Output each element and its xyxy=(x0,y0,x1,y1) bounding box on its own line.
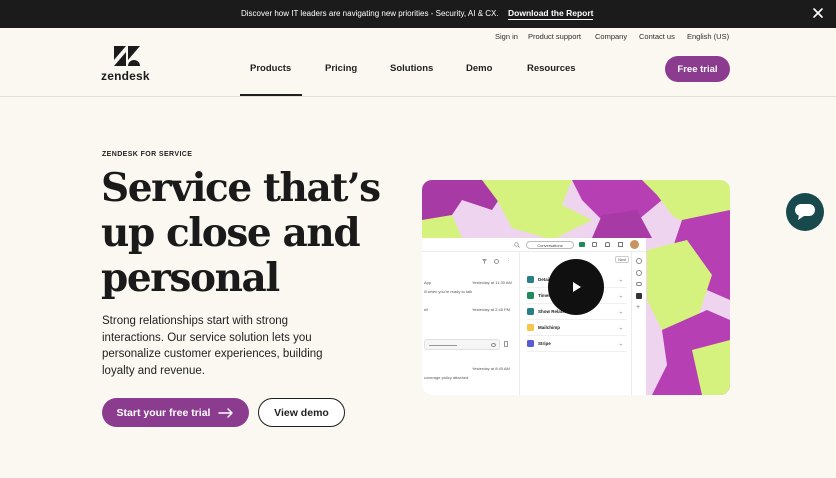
language-selector[interactable]: English (US) xyxy=(687,32,729,41)
apps-icon xyxy=(636,293,642,299)
app-row-mailchimp: Mailchimp ⌄ xyxy=(527,320,627,336)
hero-eyebrow: ZENDESK FOR SERVICE xyxy=(102,151,193,158)
more-icon: ⋮ xyxy=(506,258,511,264)
agent-workspace-preview: Conversations ⋮ App Yesterday at 11:30 A… xyxy=(422,238,646,395)
view-demo-button[interactable]: View demo xyxy=(258,398,345,427)
hero-title: Service that’s up close and personal xyxy=(101,166,391,301)
close-icon[interactable] xyxy=(811,6,825,20)
nav-solutions[interactable]: Solutions xyxy=(390,63,433,74)
phone-icon xyxy=(592,242,597,247)
hero-title-line: personal xyxy=(101,255,280,301)
arrow-right-icon xyxy=(218,407,234,418)
timeline-app-icon xyxy=(527,292,534,299)
conversation-time: Yesterday at 8:45 AM xyxy=(472,366,510,371)
header-divider xyxy=(0,96,836,97)
conversation-preview: ill when you're ready to talk xyxy=(424,289,473,294)
brand-wordmark[interactable]: zendesk xyxy=(101,69,150,83)
workspace-toolbar: Conversations xyxy=(422,238,646,252)
audio-progress xyxy=(429,345,457,346)
search-icon xyxy=(514,242,520,248)
audio-attachment xyxy=(424,339,500,350)
hero-title-line: up close and xyxy=(101,210,361,256)
conversations-tab: Conversations xyxy=(526,241,574,249)
filter-icon xyxy=(482,259,487,264)
nav-demo[interactable]: Demo xyxy=(466,63,492,74)
chat-bubble-icon xyxy=(795,204,815,220)
trash-icon xyxy=(504,341,508,347)
plus-icon: + xyxy=(636,304,641,311)
chevron-down-icon: ⌄ xyxy=(618,340,623,347)
context-rail: + xyxy=(631,252,646,395)
conversation-preview: coverage policy attached xyxy=(424,375,469,380)
sign-in-link[interactable]: Sign in xyxy=(495,32,518,41)
conversation-time: Yesterday at 2:45 PM xyxy=(472,307,511,312)
chat-status-icon xyxy=(579,242,585,247)
announcement-bar: Discover how IT leaders are navigating n… xyxy=(0,0,836,28)
product-support-link[interactable]: Product support xyxy=(528,32,581,41)
app-name: Mailchimp xyxy=(538,325,561,330)
chevron-down-icon: ⌄ xyxy=(618,276,623,283)
nav-pricing[interactable]: Pricing xyxy=(325,63,357,74)
contact-us-link[interactable]: Contact us xyxy=(639,32,675,41)
start-free-trial-button[interactable]: Start your free trial xyxy=(102,398,249,427)
chevron-down-icon: ⌄ xyxy=(618,292,623,299)
app-name: Stripe xyxy=(538,341,551,346)
nav-products[interactable]: Products xyxy=(250,63,291,74)
history-icon xyxy=(494,259,499,264)
grid-icon xyxy=(618,242,623,247)
details-app-icon xyxy=(527,276,534,283)
conversation-sender: App xyxy=(424,280,432,285)
user-icon xyxy=(636,258,642,264)
related-tickets-app-icon xyxy=(527,308,534,315)
link-icon xyxy=(636,282,642,286)
download-report-link[interactable]: Download the Report xyxy=(508,8,594,20)
chevron-down-icon: ⌄ xyxy=(618,308,623,315)
next-button: Next xyxy=(615,256,630,263)
mailchimp-app-icon xyxy=(527,324,534,331)
eye-icon xyxy=(491,343,496,347)
free-trial-button[interactable]: Free trial xyxy=(665,56,730,82)
start-free-trial-label: Start your free trial xyxy=(116,406,211,419)
chat-widget-button[interactable] xyxy=(786,193,824,231)
stripe-app-icon xyxy=(527,340,534,347)
company-link[interactable]: Company xyxy=(595,32,627,41)
info-icon xyxy=(636,270,642,276)
play-video-button[interactable] xyxy=(548,259,604,315)
hero-title-line: Service that’s xyxy=(101,165,381,211)
hero-description: Strong relationships start with strong i… xyxy=(102,315,323,377)
app-row-stripe: Stripe ⌄ xyxy=(527,336,627,352)
avatar xyxy=(630,240,639,249)
nav-resources[interactable]: Resources xyxy=(527,63,576,74)
bell-icon xyxy=(605,242,610,247)
play-icon xyxy=(573,282,581,292)
conversation-time: Yesterday at 11:30 AM xyxy=(472,280,512,285)
conversation-sender: ell xyxy=(424,307,429,312)
conversation-list: ⋮ App Yesterday at 11:30 AM ill when you… xyxy=(422,252,520,395)
announcement-message: Discover how IT leaders are navigating n… xyxy=(241,9,499,18)
chevron-down-icon: ⌄ xyxy=(618,324,623,331)
